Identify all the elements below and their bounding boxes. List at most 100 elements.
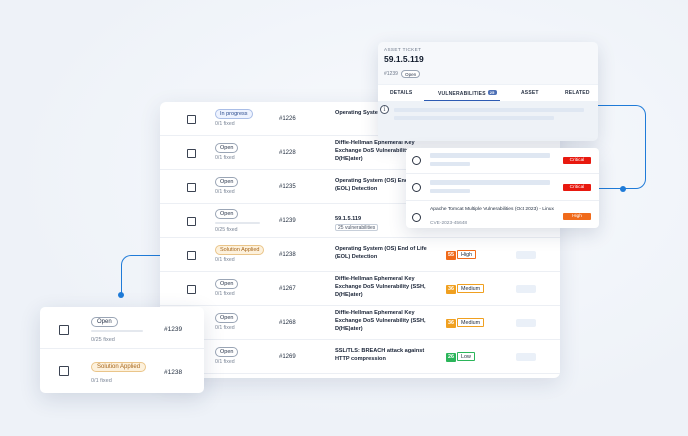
status-badge: In progress [215,109,253,119]
severity-score: 55 High [446,250,477,260]
row-checkbox[interactable] [187,217,196,226]
row-checkbox[interactable] [187,183,196,192]
status-badge: Open [215,347,239,357]
status-badge: Open [215,177,239,187]
placeholder-line [430,153,550,158]
select-radio[interactable] [412,156,421,165]
fixed-count: 0/25 fixed [91,337,115,343]
table-row[interactable]: Open 0/1 fixed #1269 SSL/TLS: BREACH attack… [160,340,560,374]
connector-left [121,255,161,295]
placeholder-line [430,189,470,193]
row-checkbox[interactable] [187,149,196,158]
status-badge: Solution Applied [91,362,147,372]
cve-id: CVE-2023-45648 [430,221,468,226]
connector-right-dot [620,186,626,192]
score-value: 36 [446,285,456,294]
table-row[interactable]: Solution Applied 0/1 fixed #1238 Operating … [160,238,560,272]
ticket-id[interactable]: #1267 [279,286,296,292]
fixed-count: 0/1 fixed [215,189,235,195]
ticket-id[interactable]: #1228 [279,150,296,156]
summary-row[interactable]: Open 0/25 fixed #1239 [40,307,204,349]
ticket-summary-card: Open 0/25 fixed #1239 Solution Applied 0/1 f… [40,307,204,393]
ticket-label: ASSET TICKET [384,47,422,52]
table-row[interactable]: Open 0/1 fixed #1267 Diffie-Hellman Ephemer… [160,272,560,306]
vulnerability-name: SSL/TLS: BREACH attack against HTTP comp… [335,348,425,362]
score-value: 26 [446,353,456,362]
placeholder-line [430,162,470,166]
fixed-count: 0/1 fixed [215,359,235,365]
ticket-id[interactable]: #1268 [279,320,296,326]
fixed-count: 0/1 fixed [215,325,235,331]
row-checkbox[interactable] [187,285,196,294]
vulnerability-name: Operating System (OS) End of Life (EOL) … [335,246,427,260]
vulnerability-name: Apache Tomcat Multiple Vulnerabilities (… [430,207,554,212]
placeholder-cell [516,285,536,293]
status-badge: Open [215,209,239,219]
ticket-status-badge: Open [401,70,421,78]
status-badge: Open [215,279,239,289]
row-checkbox[interactable] [59,366,69,376]
fix-progress-bar [215,222,260,224]
severity-score: 36 Medium [446,284,485,294]
select-radio[interactable] [412,183,421,192]
tab-asset[interactable]: ASSET [521,90,539,96]
ticket-id[interactable]: #1239 [164,326,182,333]
ticket-header: ASSET TICKET 59.1.5.119 #1239 Open [378,42,598,84]
status-badge: Open [215,313,239,323]
ticket-id[interactable]: #1239 [279,218,296,224]
row-checkbox[interactable] [59,325,69,335]
fixed-count: 0/1 fixed [215,291,235,297]
ticket-tabs: DETAILS VULNERABILITIES 25 ASSET RELATED [378,85,598,101]
ticket-id[interactable]: #1269 [279,354,296,360]
ticket-title: 59.1.5.119 [384,54,424,64]
vulnerability-name: Diffie-Hellman Ephemeral Key Exchange Do… [335,310,426,332]
info-icon[interactable]: i [380,105,389,114]
vulnerability-list-item[interactable]: Critical [406,175,599,201]
fixed-count: 0/1 fixed [215,257,235,263]
tab-vulnerabilities[interactable]: VULNERABILITIES 25 [438,90,497,97]
ticket-id: #1239 [384,71,398,77]
tab-related[interactable]: RELATED [565,90,590,96]
ticket-id[interactable]: #1238 [164,369,182,376]
ticket-table: In progress 0/1 fixed #1226 Operating Syste… [160,102,560,378]
connector-left-dot [118,292,124,298]
status-badge: Open [91,317,118,327]
status-badge: Solution Applied [215,245,265,255]
severity-score: 26 Low [446,352,475,362]
fixed-count: 0/1 fixed [91,378,112,384]
severity-label: High [457,250,477,259]
vulnerability-count: 25 vulnerabilities [335,224,379,231]
ticket-id[interactable]: #1226 [279,116,296,122]
placeholder-cell [516,353,536,361]
vulnerability-list-item[interactable]: Apache Tomcat Multiple Vulnerabilities (… [406,202,599,228]
severity-badge: Critical [563,184,591,191]
placeholder-cell [516,251,536,259]
vulnerability-name: Diffie-Hellman Ephemeral Key Exchange Do… [335,276,426,298]
severity-badge: Critical [563,157,591,164]
row-checkbox[interactable] [187,115,196,124]
table-row[interactable]: Open 0/1 fixed #1268 Diffie-Hellman Ephemer… [160,306,560,340]
fixed-count: 0/25 fixed [215,227,238,233]
active-tab-indicator [424,100,500,101]
select-radio[interactable] [412,213,421,222]
severity-label: Low [457,352,475,361]
fix-progress-bar [91,330,143,332]
score-value: 36 [446,319,456,328]
ticket-id[interactable]: #1235 [279,184,296,190]
placeholder-cell [516,319,536,327]
score-value: 55 [446,251,456,260]
placeholder-line [394,108,584,112]
asset-ticket-panel: ASSET TICKET 59.1.5.119 #1239 Open DETAI… [378,42,598,141]
fixed-count: 0/1 fixed [215,121,235,127]
severity-score: 36 Medium [446,318,485,328]
placeholder-line [394,116,554,120]
ticket-id[interactable]: #1238 [279,252,296,258]
fixed-count: 0/1 fixed [215,155,235,161]
severity-badge: High [563,213,591,220]
vulnerability-list: Critical Critical Apache Tomcat Multiple V… [406,148,599,228]
summary-row[interactable]: Solution Applied 0/1 fixed #1238 [40,350,204,392]
row-checkbox[interactable] [187,251,196,260]
placeholder-line [430,180,550,185]
tab-details[interactable]: DETAILS [390,90,412,96]
vulnerability-list-item[interactable]: Critical [406,148,599,174]
